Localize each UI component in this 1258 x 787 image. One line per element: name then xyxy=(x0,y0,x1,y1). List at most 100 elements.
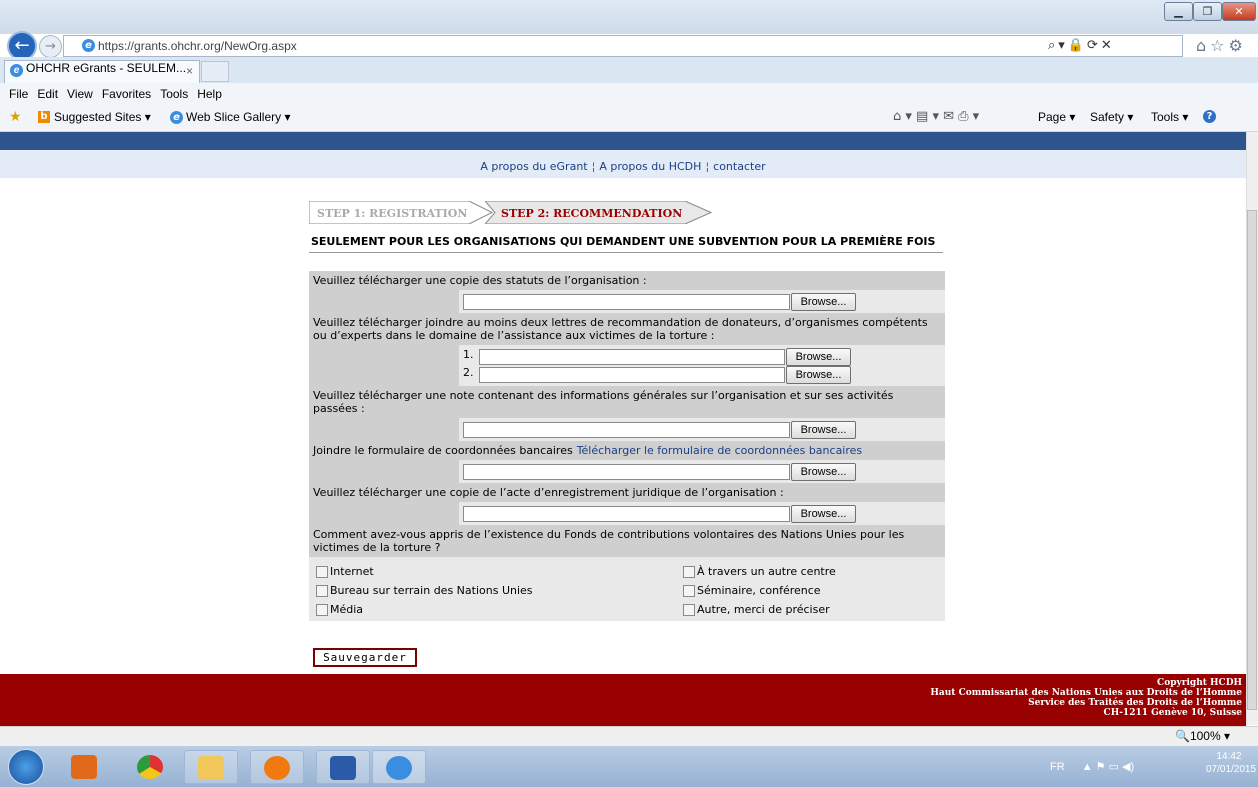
cmd-tools[interactable]: Tools ▾ xyxy=(1151,110,1188,124)
taskbar-app[interactable] xyxy=(250,750,304,784)
question-statutes: Veuillez télécharger une copie des statu… xyxy=(309,271,945,290)
maximize-button[interactable]: ❐ xyxy=(1193,2,1222,21)
option-other-centre[interactable]: À travers un autre centre xyxy=(683,565,836,578)
option-label: À travers un autre centre xyxy=(697,565,836,578)
browse-button[interactable]: Browse... xyxy=(791,421,856,439)
folder-icon xyxy=(198,756,224,780)
window-titlebar xyxy=(0,0,1258,34)
browse-button[interactable]: Browse... xyxy=(786,366,851,384)
note-file-input[interactable] xyxy=(463,422,790,438)
option-un-field-office[interactable]: Bureau sur terrain des Nations Unies xyxy=(316,584,533,597)
clock-time: 14:42 xyxy=(1216,751,1242,762)
checkbox-icon[interactable] xyxy=(316,566,328,578)
taskbar-explorer[interactable] xyxy=(184,750,238,784)
web-slice-gallery-link[interactable]: Web Slice Gallery ▾ xyxy=(186,110,291,124)
footer-copyright: Copyright HCDH xyxy=(1157,678,1242,688)
status-bar xyxy=(0,726,1258,746)
close-window-button[interactable]: ✕ xyxy=(1222,2,1256,21)
menu-favorites[interactable]: Favorites xyxy=(102,83,151,105)
tab-close-icon[interactable]: × xyxy=(186,64,193,78)
browse-button[interactable]: Browse... xyxy=(791,293,856,311)
checkbox-icon[interactable] xyxy=(683,585,695,597)
browse-button[interactable]: Browse... xyxy=(786,348,851,366)
letter-number: 2. xyxy=(463,366,474,379)
link-separator: ¦ xyxy=(591,160,596,173)
link-separator: ¦ xyxy=(705,160,710,173)
registration-file-input[interactable] xyxy=(463,506,790,522)
word-icon xyxy=(330,756,356,780)
download-bank-form-link[interactable]: Télécharger le formulaire de coordonnées… xyxy=(577,444,862,457)
option-media[interactable]: Média xyxy=(316,603,363,616)
letter-1-file-input[interactable] xyxy=(479,349,785,365)
step-2-indicator: STEP 2: RECOMMENDATION xyxy=(485,201,713,224)
outlook-icon xyxy=(71,755,97,779)
app-icon xyxy=(264,756,290,780)
save-button[interactable]: Sauvegarder xyxy=(313,648,417,667)
menu-file[interactable]: File xyxy=(9,83,28,105)
link-about-egrant[interactable]: A propos du eGrant xyxy=(480,160,587,173)
checkbox-icon[interactable] xyxy=(316,585,328,597)
option-other[interactable]: Autre, merci de préciser xyxy=(683,603,830,616)
question-legal-registration: Veuillez télécharger une copie de l’acte… xyxy=(309,483,945,502)
checkbox-icon[interactable] xyxy=(683,566,695,578)
cmd-safety[interactable]: Safety ▾ xyxy=(1090,110,1133,124)
taskbar-outlook[interactable] xyxy=(58,750,112,784)
ie-page-icon: e xyxy=(82,39,95,52)
forward-button[interactable]: → xyxy=(39,35,62,58)
zoom-control[interactable]: 🔍100% ▾ xyxy=(1175,729,1230,743)
clock[interactable]: 14:42 07/01/2015 xyxy=(1206,750,1256,776)
letter-2-file-input[interactable] xyxy=(479,367,785,383)
menu-tools[interactable]: Tools xyxy=(160,83,188,105)
taskbar-ie[interactable] xyxy=(372,750,426,784)
zoom-icon: 🔍 xyxy=(1175,729,1190,743)
address-text[interactable]: https://grants.ohchr.org/NewOrg.aspx xyxy=(98,39,297,53)
browse-button[interactable]: Browse... xyxy=(791,505,856,523)
favorites-star-icon[interactable]: ★ xyxy=(9,108,22,125)
option-internet[interactable]: Internet xyxy=(316,565,374,578)
checkbox-icon[interactable] xyxy=(683,604,695,616)
bank-file-input[interactable] xyxy=(463,464,790,480)
menu-help[interactable]: Help xyxy=(197,83,222,105)
upload-row-statutes: Browse... xyxy=(309,290,945,313)
menu-edit[interactable]: Edit xyxy=(37,83,58,105)
tab-egrants[interactable]: e OHCHR eGrants - SEULEM... × xyxy=(4,60,200,83)
option-label: Autre, merci de préciser xyxy=(697,603,830,616)
arrow-left-icon: ← xyxy=(14,35,30,56)
minimize-button[interactable]: ▁ xyxy=(1164,2,1193,21)
link-about-hcdh[interactable]: A propos du HCDH xyxy=(599,160,701,173)
address-actions-icon[interactable]: ⌕▾🔒⟳✕ xyxy=(1048,38,1115,53)
tab-title: OHCHR eGrants - SEULEM... xyxy=(26,61,187,76)
menu-view[interactable]: View xyxy=(67,83,93,105)
cmd-page[interactable]: Page ▾ xyxy=(1038,110,1075,124)
option-label: Bureau sur terrain des Nations Unies xyxy=(330,584,533,597)
statutes-file-input[interactable] xyxy=(463,294,790,310)
footer-org: Haut Commissariat des Nations Unies aux … xyxy=(930,688,1242,698)
question-bank-form: Joindre le formulaire de coordonnées ban… xyxy=(309,441,945,460)
site-header-band xyxy=(0,132,1246,150)
option-label: Internet xyxy=(330,565,374,578)
link-contact[interactable]: contacter xyxy=(713,160,765,173)
ie-tab-icon: e xyxy=(10,64,23,77)
help-icon[interactable]: ? xyxy=(1203,110,1216,123)
language-indicator[interactable]: FR xyxy=(1050,761,1065,773)
start-button[interactable] xyxy=(8,749,44,785)
home-favorites-settings-icon[interactable]: ⌂☆⚙ xyxy=(1196,36,1247,55)
top-links: A propos du eGrant ¦ A propos du HCDH ¦ cont… xyxy=(0,156,1246,178)
upload-row-registration: Browse... xyxy=(309,502,945,525)
question-how-heard: Comment avez-vous appris de l’existence … xyxy=(309,525,945,557)
taskbar-word[interactable] xyxy=(316,750,370,784)
option-label: Séminaire, conférence xyxy=(697,584,821,597)
browse-button[interactable]: Browse... xyxy=(791,463,856,481)
page-heading: SEULEMENT POUR LES ORGANISATIONS QUI DEM… xyxy=(311,235,936,248)
taskbar-chrome[interactable] xyxy=(124,750,178,784)
option-seminar[interactable]: Séminaire, conférence xyxy=(683,584,821,597)
suggested-sites-link[interactable]: Suggested Sites ▾ xyxy=(54,110,151,124)
question-recommendation-letters: Veuillez télécharger joindre au moins de… xyxy=(309,313,945,345)
tray-icons[interactable]: ▲ ⚑ ▭ ◀) xyxy=(1082,761,1134,773)
new-tab-button[interactable] xyxy=(201,61,229,82)
scrollbar-thumb[interactable] xyxy=(1247,210,1257,710)
home-feeds-mail-print-icons[interactable]: ⌂ ▾ ▤ ▾ ✉ ⎙ ▾ xyxy=(893,109,979,124)
step-2-label: STEP 2: RECOMMENDATION xyxy=(501,207,682,220)
zoom-level: 100% xyxy=(1189,729,1221,743)
checkbox-icon[interactable] xyxy=(316,604,328,616)
